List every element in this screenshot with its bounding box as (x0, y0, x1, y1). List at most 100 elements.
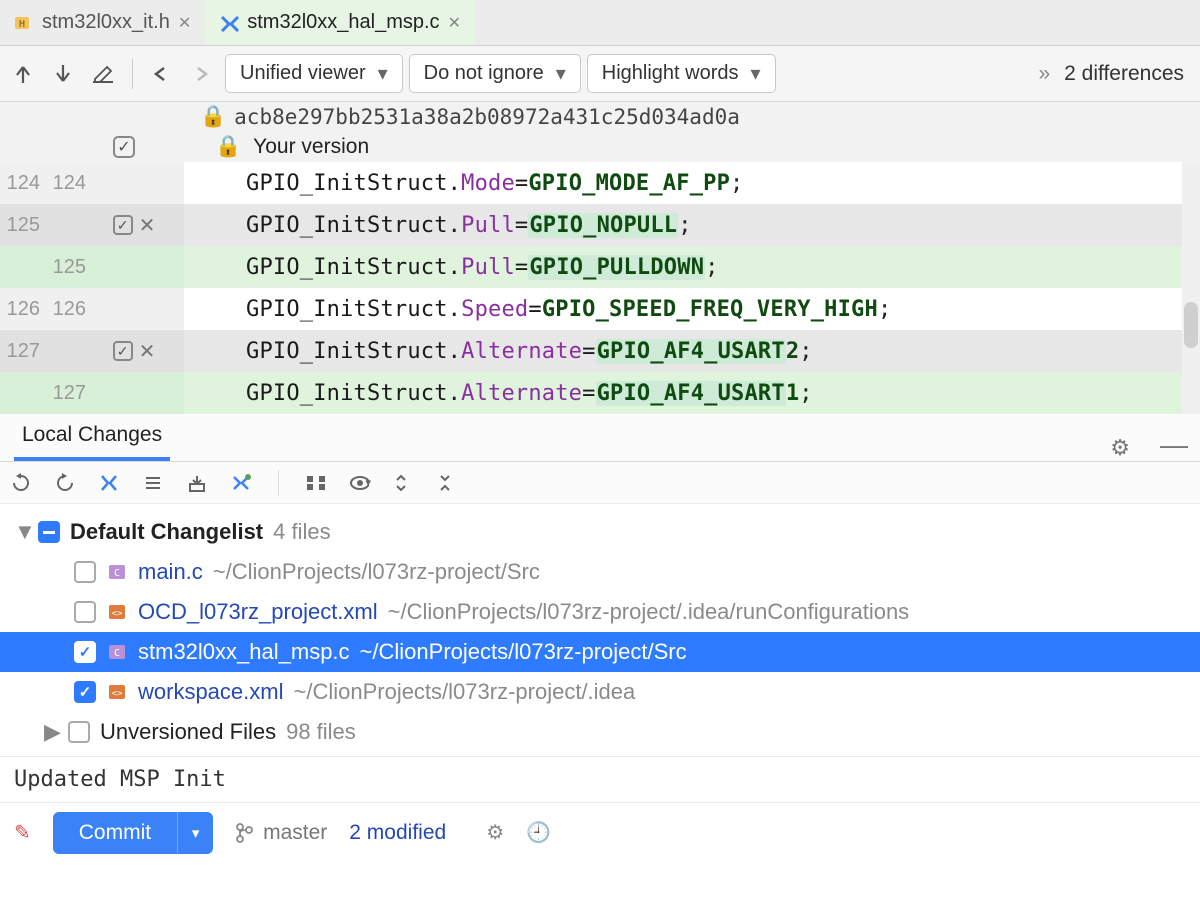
svg-text:<>: <> (112, 609, 123, 619)
gear-icon[interactable]: ⚙ (1110, 435, 1140, 461)
c-file-icon: C (106, 643, 128, 661)
preview-icon[interactable]: ▾ (349, 472, 371, 494)
file-name: main.c (138, 559, 203, 585)
edit-icon[interactable] (86, 57, 120, 91)
file-path: ~/ClionProjects/l073rz-project/.idea/run… (388, 599, 910, 625)
file-path: ~/ClionProjects/l073rz-project/.idea (293, 679, 635, 705)
unshelve-icon[interactable] (230, 472, 252, 494)
changelist-icon[interactable] (142, 472, 164, 494)
diff-line: 127GPIO_InitStruct.Alternate = GPIO_AF4_… (0, 372, 1200, 414)
close-icon[interactable]: ✕ (448, 13, 461, 33)
file-row[interactable]: Cmain.c ~/ClionProjects/l073rz-project/S… (14, 552, 1190, 592)
file-name: stm32l0xx_hal_msp.c (138, 639, 350, 665)
local-version-label: Your version (253, 135, 369, 159)
branch-icon (235, 823, 253, 843)
forward-icon[interactable] (185, 57, 219, 91)
separator (132, 59, 133, 89)
refresh-icon[interactable] (10, 472, 32, 494)
changelist-header[interactable]: ▼ Default Changelist 4 files (14, 512, 1190, 552)
chevron-down-icon: ▾ (556, 61, 566, 86)
changelist-count: 4 files (273, 519, 330, 545)
diff-header-commit: 🔒 acb8e297bb2531a38a2b08972a431c25d034ad… (0, 102, 1200, 132)
file-name: OCD_l073rz_project.xml (138, 599, 378, 625)
amend-icon[interactable]: ✎ (14, 820, 31, 845)
diff-line: 127✕GPIO_InitStruct.Alternate = GPIO_AF4… (0, 330, 1200, 372)
c-file-icon: C (106, 563, 128, 581)
tab-label: stm32l0xx_hal_msp.c (247, 11, 439, 34)
xml-file-icon: <> (106, 683, 128, 701)
viewer-mode-dropdown[interactable]: Unified viewer▾ (225, 54, 403, 93)
diff-file-icon (219, 14, 239, 32)
scrollbar[interactable] (1182, 162, 1200, 414)
local-changes-toolbar: ▾ (0, 462, 1200, 504)
diff-viewer[interactable]: 124124GPIO_InitStruct.Mode = GPIO_MODE_A… (0, 162, 1200, 414)
expand-icon[interactable] (393, 472, 415, 494)
modified-count[interactable]: 2 modified (349, 821, 446, 845)
commit-button[interactable]: Commit ▾ (53, 812, 213, 854)
diff-icon[interactable] (98, 472, 120, 494)
changelist-title: Default Changelist (70, 519, 263, 545)
discard-hunk-icon[interactable]: ✕ (139, 213, 156, 238)
include-hunk-checkbox[interactable] (113, 341, 133, 361)
file-checkbox[interactable] (74, 681, 96, 703)
vcs-panel-tabs: Local Changes ⚙ — (0, 414, 1200, 462)
commit-footer: ✎ Commit ▾ master 2 modified ⚙ 🕘 (0, 802, 1200, 862)
include-all-checkbox[interactable] (113, 136, 135, 158)
back-icon[interactable] (145, 57, 179, 91)
file-path: ~/ClionProjects/l073rz-project/Src (213, 559, 540, 585)
branch-name: master (263, 821, 327, 845)
file-checkbox[interactable] (74, 561, 96, 583)
close-icon[interactable]: ✕ (178, 13, 191, 33)
expand-arrow-icon[interactable]: ▼ (14, 519, 28, 545)
chevron-down-icon: ▾ (751, 61, 761, 86)
file-checkbox[interactable] (74, 641, 96, 663)
include-hunk-checkbox[interactable] (113, 215, 133, 235)
tab-stm32l0xx-hal-msp[interactable]: stm32l0xx_hal_msp.c ✕ (205, 0, 475, 45)
discard-hunk-icon[interactable]: ✕ (139, 339, 156, 364)
xml-file-icon: <> (106, 603, 128, 621)
next-diff-icon[interactable] (46, 57, 80, 91)
highlight-dropdown[interactable]: Highlight words▾ (587, 54, 776, 93)
commit-options-dropdown[interactable]: ▾ (177, 812, 213, 854)
diff-line: 125✕GPIO_InitStruct.Pull = GPIO_NOPULL; (0, 204, 1200, 246)
svg-text:C: C (114, 568, 120, 579)
history-icon[interactable]: 🕘 (526, 820, 551, 845)
unversioned-title: Unversioned Files (100, 719, 276, 745)
overflow-icon[interactable]: » (1038, 62, 1050, 86)
branch-indicator[interactable]: master (235, 821, 327, 845)
svg-text:C: C (114, 648, 120, 659)
collapse-icon[interactable] (437, 472, 459, 494)
group-icon[interactable] (305, 472, 327, 494)
diff-line: 124124GPIO_InitStruct.Mode = GPIO_MODE_A… (0, 162, 1200, 204)
ignore-dropdown[interactable]: Do not ignore▾ (409, 54, 581, 93)
file-checkbox[interactable] (74, 601, 96, 623)
rollback-icon[interactable] (54, 472, 76, 494)
diff-count-label: 2 differences (1064, 62, 1184, 86)
svg-text:<>: <> (112, 689, 123, 699)
changes-tree: ▼ Default Changelist 4 files Cmain.c ~/C… (0, 504, 1200, 756)
lock-icon: 🔒 (200, 105, 226, 129)
changelist-checkbox[interactable] (38, 521, 60, 543)
file-row[interactable]: <>workspace.xml ~/ClionProjects/l073rz-p… (14, 672, 1190, 712)
commit-message-input[interactable]: Updated MSP Init (0, 756, 1200, 802)
shelve-icon[interactable] (186, 472, 208, 494)
lock-icon: 🔒 (215, 135, 241, 159)
diff-toolbar: Unified viewer▾ Do not ignore▾ Highlight… (0, 46, 1200, 102)
commit-hash: acb8e297bb2531a38a2b08972a431c25d034ad0a (234, 105, 740, 129)
h-file-icon: H (14, 14, 34, 32)
expand-arrow-icon[interactable]: ▶ (44, 719, 58, 745)
editor-tabs: H stm32l0xx_it.h ✕ stm32l0xx_hal_msp.c ✕ (0, 0, 1200, 46)
tab-stm32l0xx-it[interactable]: H stm32l0xx_it.h ✕ (0, 0, 205, 45)
svg-text:H: H (19, 19, 25, 30)
file-row[interactable]: <> OCD_l073rz_project.xml ~/ClionProjects… (14, 592, 1190, 632)
unversioned-checkbox[interactable] (68, 721, 90, 743)
unversioned-count: 98 files (286, 719, 356, 745)
file-row[interactable]: Cstm32l0xx_hal_msp.c ~/ClionProjects/l07… (0, 632, 1200, 672)
unversioned-header[interactable]: ▶ Unversioned Files 98 files (14, 712, 1190, 752)
minimize-icon[interactable]: — (1160, 429, 1200, 461)
gear-icon[interactable]: ⚙ (486, 820, 504, 845)
diff-line: 126126GPIO_InitStruct.Speed = GPIO_SPEED… (0, 288, 1200, 330)
chevron-down-icon: ▾ (378, 61, 388, 86)
tab-local-changes[interactable]: Local Changes (14, 413, 170, 461)
prev-diff-icon[interactable] (6, 57, 40, 91)
